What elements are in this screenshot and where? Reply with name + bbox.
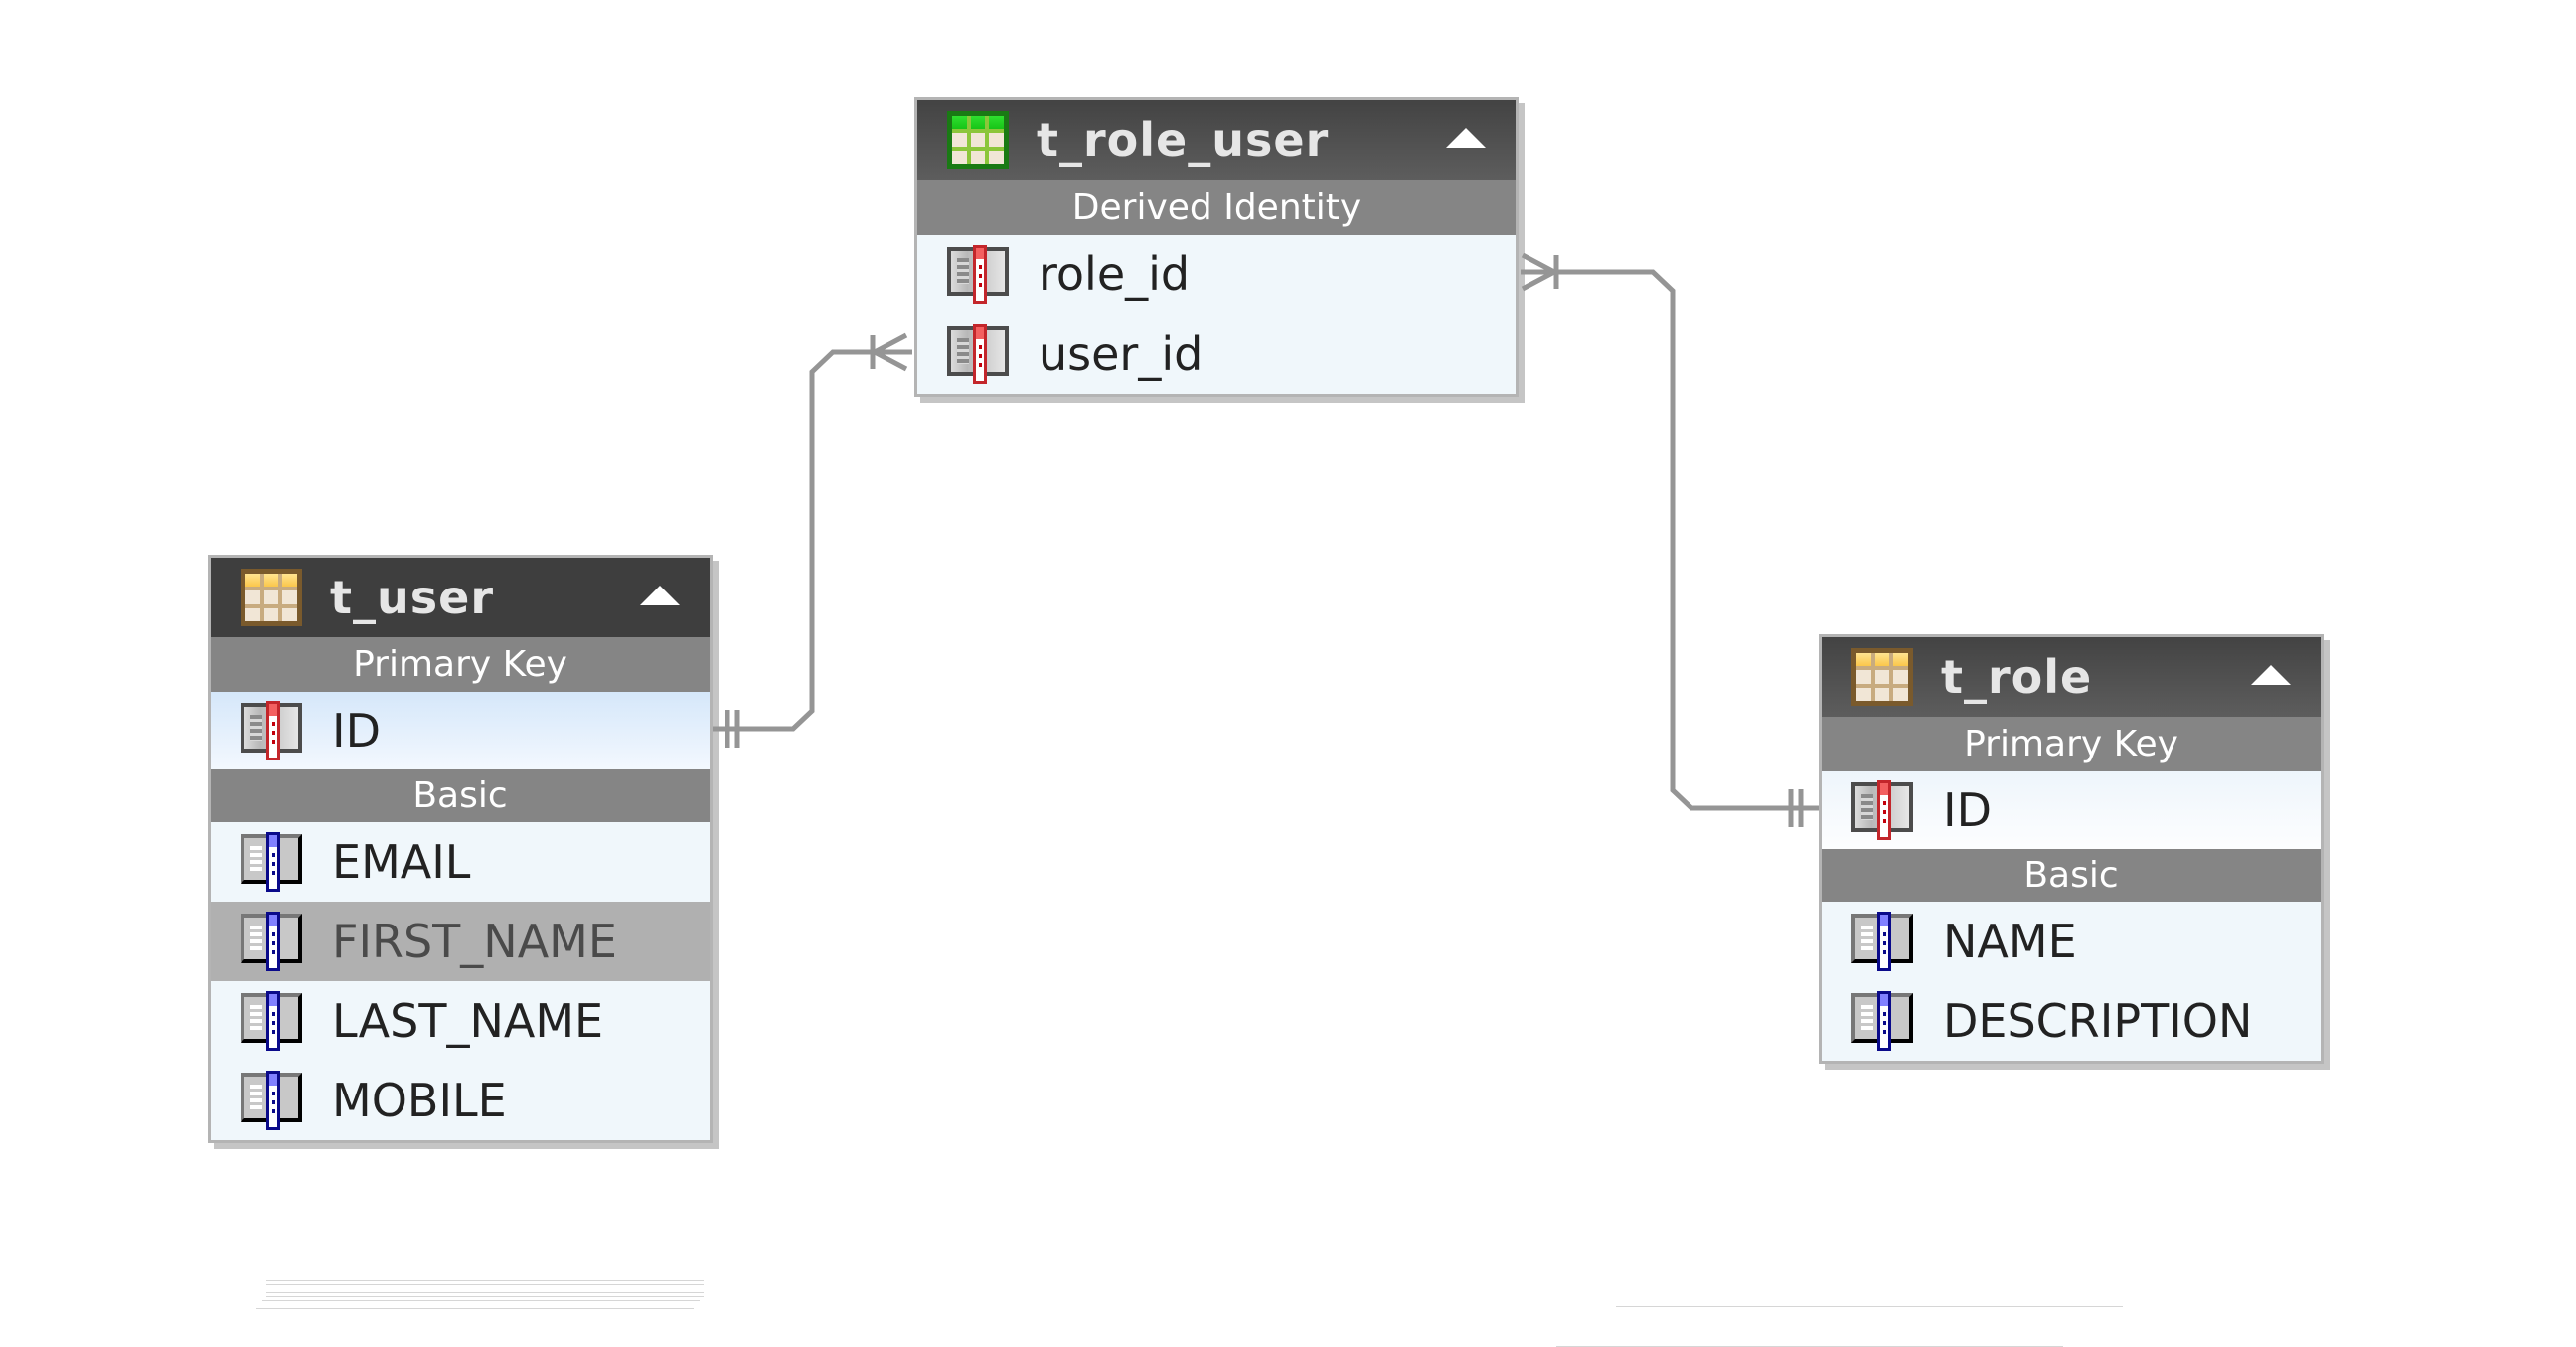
section-header-derived-identity: Derived Identity bbox=[917, 180, 1516, 235]
column-row-last-name[interactable]: LAST_NAME bbox=[211, 981, 710, 1061]
basic-column-icon bbox=[1852, 912, 1913, 971]
join-table-icon bbox=[947, 111, 1009, 169]
column-row-id[interactable]: ID bbox=[211, 692, 710, 769]
column-row-mobile[interactable]: MOBILE bbox=[211, 1061, 710, 1140]
column-name: role_id bbox=[1039, 248, 1191, 301]
basic-column-icon bbox=[241, 991, 302, 1051]
column-name: user_id bbox=[1039, 327, 1204, 381]
connector-user-to-role-user[interactable] bbox=[711, 349, 912, 732]
collapse-icon[interactable] bbox=[640, 586, 680, 605]
column-row-description[interactable]: DESCRIPTION bbox=[1822, 981, 2321, 1061]
primary-key-column-icon bbox=[241, 701, 302, 760]
artifact-line bbox=[266, 1296, 704, 1297]
column-name: ID bbox=[332, 704, 381, 758]
basic-column-icon bbox=[241, 832, 302, 892]
column-name: EMAIL bbox=[332, 835, 471, 889]
entity-t-role-user[interactable]: t_role_user Derived Identity role_id use… bbox=[914, 97, 1519, 397]
primary-key-column-icon bbox=[947, 245, 1009, 304]
section-header-primary-key: Primary Key bbox=[1822, 717, 2321, 771]
artifact-line bbox=[266, 1284, 704, 1285]
column-name: LAST_NAME bbox=[332, 994, 604, 1048]
column-name: ID bbox=[1943, 783, 1992, 837]
collapse-icon[interactable] bbox=[2251, 665, 2291, 685]
column-name: FIRST_NAME bbox=[332, 915, 617, 968]
entity-t-user[interactable]: t_user Primary Key ID Basic EMAIL FIRST_… bbox=[208, 555, 713, 1143]
column-name: MOBILE bbox=[332, 1074, 507, 1127]
column-row-first-name[interactable]: FIRST_NAME bbox=[211, 902, 710, 981]
entity-header[interactable]: t_role bbox=[1822, 637, 2321, 717]
column-row-id[interactable]: ID bbox=[1822, 771, 2321, 849]
connector-role-to-role-user[interactable] bbox=[1521, 269, 1819, 811]
table-icon bbox=[241, 569, 302, 626]
section-header-basic: Basic bbox=[1822, 849, 2321, 902]
section-header-basic: Basic bbox=[211, 769, 710, 822]
artifact-line bbox=[1616, 1306, 2123, 1307]
column-name: DESCRIPTION bbox=[1943, 994, 2253, 1048]
primary-key-column-icon bbox=[947, 324, 1009, 384]
basic-column-icon bbox=[241, 912, 302, 971]
collapse-icon[interactable] bbox=[1446, 128, 1486, 148]
table-icon bbox=[1852, 648, 1913, 706]
column-row-name[interactable]: NAME bbox=[1822, 902, 2321, 981]
artifact-line bbox=[256, 1308, 694, 1309]
artifact-line bbox=[262, 1300, 700, 1301]
primary-key-column-icon bbox=[1852, 780, 1913, 840]
column-row-role-id[interactable]: role_id bbox=[917, 235, 1516, 314]
basic-column-icon bbox=[1852, 991, 1913, 1051]
entity-title: t_role_user bbox=[1037, 113, 1330, 167]
entity-title: t_user bbox=[330, 571, 495, 624]
entity-header[interactable]: t_role_user bbox=[917, 100, 1516, 180]
basic-column-icon bbox=[241, 1071, 302, 1130]
entity-t-role[interactable]: t_role Primary Key ID Basic NAME DESCRIP… bbox=[1819, 634, 2324, 1064]
entity-title: t_role bbox=[1941, 650, 2093, 704]
column-row-user-id[interactable]: user_id bbox=[917, 314, 1516, 394]
artifact-line bbox=[266, 1292, 704, 1293]
column-name: NAME bbox=[1943, 915, 2077, 968]
column-row-email[interactable]: EMAIL bbox=[211, 822, 710, 902]
section-header-primary-key: Primary Key bbox=[211, 637, 710, 692]
entity-header[interactable]: t_user bbox=[211, 558, 710, 637]
artifact-line bbox=[266, 1280, 704, 1281]
